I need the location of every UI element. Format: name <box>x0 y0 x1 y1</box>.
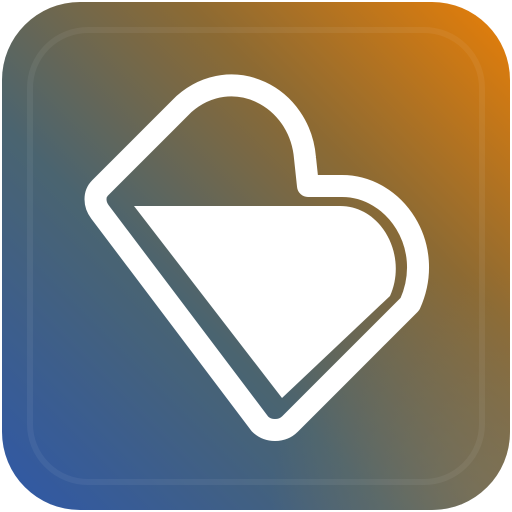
app-icon[interactable] <box>0 0 512 512</box>
app-icon-graphic <box>2 2 510 510</box>
